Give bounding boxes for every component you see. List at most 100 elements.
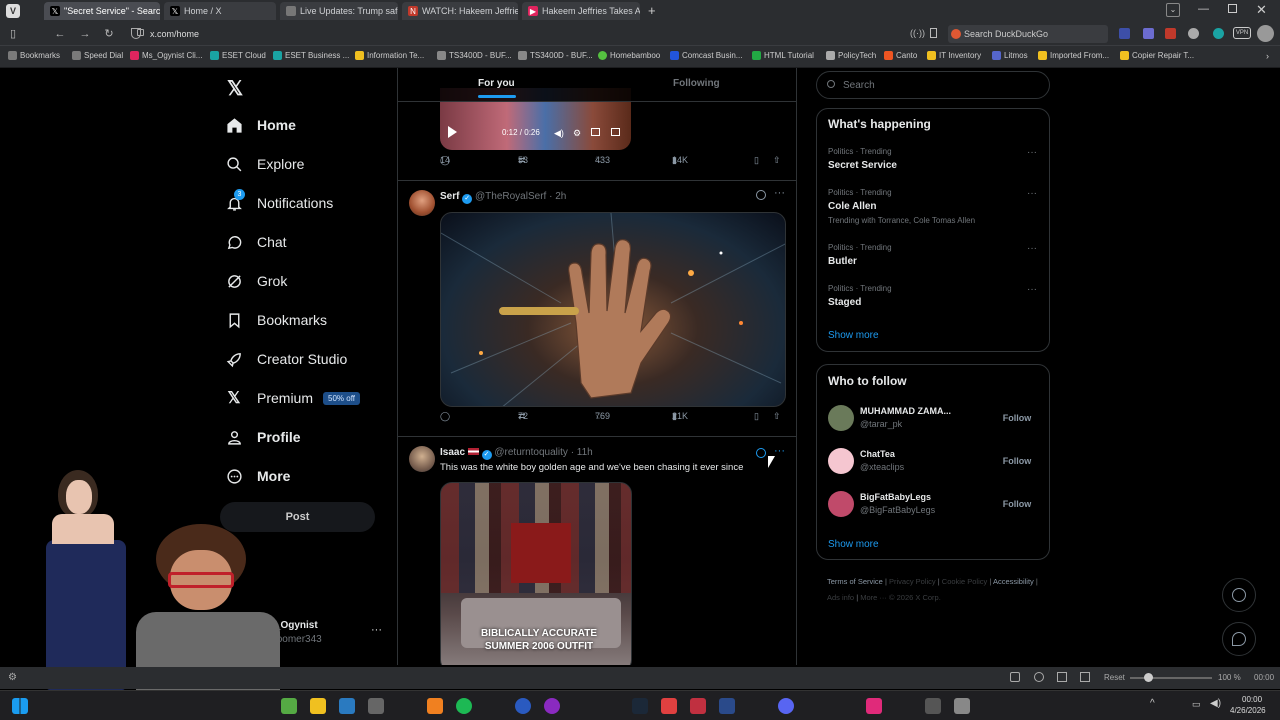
- follow-button[interactable]: Follow: [992, 451, 1042, 471]
- bookmark-item[interactable]: Homebamboo: [598, 51, 660, 60]
- bookmark-item[interactable]: Speed Dial: [72, 51, 123, 60]
- trend-more-icon[interactable]: ···: [1027, 188, 1037, 199]
- forward-button[interactable]: →: [78, 27, 92, 41]
- grok-icon[interactable]: [756, 448, 766, 458]
- app-icon[interactable]: [719, 698, 735, 714]
- browser-tab[interactable]: 𝕏 "Secret Service" - Search / X: [44, 2, 160, 20]
- bookmarks-overflow-icon[interactable]: ›: [1266, 51, 1269, 61]
- vpn-icon[interactable]: VPN: [1233, 27, 1251, 39]
- settings-icon[interactable]: ⚙: [8, 672, 17, 683]
- follow-button[interactable]: Follow: [992, 494, 1042, 514]
- bookmark-item[interactable]: ESET Cloud: [210, 51, 266, 60]
- browser-tab[interactable]: Live Updates: Trump safe af: [280, 2, 398, 20]
- tray-chevron-icon[interactable]: ^: [1150, 698, 1155, 709]
- extension-icon[interactable]: [1165, 28, 1176, 39]
- footer-link[interactable]: Ads info: [827, 593, 854, 602]
- author-handle[interactable]: @returntoquality: [494, 447, 568, 458]
- nav-profile[interactable]: Profile: [225, 422, 301, 452]
- zoom-slider-handle[interactable]: [1144, 673, 1153, 682]
- x-logo-icon[interactable]: 𝕏: [227, 76, 243, 101]
- follow-name[interactable]: MUHAMMAD ZAMA...: [860, 406, 951, 416]
- volume-icon[interactable]: ◀): [1210, 698, 1221, 709]
- nav-creator-studio[interactable]: Creator Studio: [225, 344, 347, 374]
- app-icon[interactable]: [368, 698, 384, 714]
- app-icon[interactable]: [281, 698, 297, 714]
- avatar[interactable]: [409, 446, 435, 472]
- app-icon[interactable]: [339, 698, 355, 714]
- windows-start-icon[interactable]: [12, 698, 28, 714]
- extension-icon[interactable]: [1119, 28, 1130, 39]
- nav-more[interactable]: More: [225, 461, 290, 491]
- tweet-time[interactable]: · 11h: [571, 447, 593, 458]
- bookmark-item[interactable]: Copier Repair T...: [1120, 51, 1194, 60]
- vivaldi-menu-icon[interactable]: V: [6, 4, 20, 18]
- bookmark-item[interactable]: IT Inventory: [927, 51, 981, 60]
- avatar[interactable]: [828, 448, 854, 474]
- app-icon[interactable]: [925, 698, 941, 714]
- avatar[interactable]: [828, 405, 854, 431]
- tab-following[interactable]: Following: [673, 78, 720, 89]
- bookmark-item[interactable]: HTML Tutorial: [752, 51, 814, 60]
- tile-icon[interactable]: [1057, 672, 1067, 682]
- bookmark-page-icon[interactable]: [930, 28, 937, 38]
- footer-link[interactable]: Privacy Policy: [889, 577, 936, 586]
- tweet-more-icon[interactable]: ···: [774, 187, 785, 199]
- grok-float-button[interactable]: [1222, 578, 1256, 612]
- reload-button[interactable]: ↻: [102, 27, 116, 41]
- expand-icon[interactable]: [611, 128, 620, 136]
- trend-item[interactable]: Politics · Trending Butler ···: [817, 239, 1049, 275]
- trend-more-icon[interactable]: ···: [1027, 243, 1037, 254]
- bookmark-item[interactable]: Bookmarks: [8, 51, 60, 60]
- close-window-button[interactable]: ✕: [1256, 2, 1267, 18]
- bookmark-item[interactable]: PolicyTech: [826, 51, 876, 60]
- tweet-image[interactable]: BIBLICALLY ACCURATE SUMMER 2006 OUTFIT: [440, 482, 632, 665]
- taskbar-clock[interactable]: 00:00: [1242, 695, 1262, 704]
- volume-icon[interactable]: ◀): [554, 128, 564, 139]
- footer-link[interactable]: Terms of Service: [827, 577, 883, 586]
- search-input[interactable]: Search: [816, 71, 1050, 99]
- steam-icon[interactable]: [632, 698, 648, 714]
- app-icon[interactable]: [661, 698, 677, 714]
- zoom-reset-button[interactable]: Reset: [1104, 673, 1125, 682]
- bookmark-item[interactable]: Comcast Busin...: [670, 51, 742, 60]
- fullscreen-icon[interactable]: [591, 128, 600, 136]
- vivaldi-icon[interactable]: [690, 698, 706, 714]
- footer-link[interactable]: Accessibility: [993, 577, 1034, 586]
- discord-icon[interactable]: [778, 698, 794, 714]
- extension-icon[interactable]: [1188, 28, 1199, 39]
- author-name[interactable]: Serf: [440, 191, 459, 202]
- follow-button[interactable]: Follow: [992, 408, 1042, 428]
- trend-more-icon[interactable]: ···: [1027, 284, 1037, 295]
- bookmark-item[interactable]: Litmos: [992, 51, 1028, 60]
- app-icon[interactable]: [954, 698, 970, 714]
- page-actions-icon[interactable]: [1080, 672, 1090, 682]
- reader-icon[interactable]: [1034, 672, 1044, 682]
- footer-link[interactable]: More ···: [860, 593, 887, 602]
- author-name[interactable]: Isaac: [440, 447, 465, 458]
- show-more-link[interactable]: Show more: [828, 539, 879, 550]
- tweet-more-icon[interactable]: ···: [774, 445, 785, 457]
- bookmark-item[interactable]: Information Te...: [355, 51, 424, 60]
- avatar[interactable]: [409, 190, 435, 216]
- grok-icon[interactable]: [756, 190, 766, 200]
- zoom-slider[interactable]: [1130, 673, 1212, 682]
- follow-name[interactable]: ChatTea: [860, 449, 895, 459]
- tab-for-you[interactable]: For you: [478, 78, 516, 98]
- spotify-icon[interactable]: [456, 698, 472, 714]
- browser-tab[interactable]: N WATCH: Hakeem Jeffries V: [402, 2, 518, 20]
- trend-item[interactable]: Politics · Trending Staged ···: [817, 280, 1049, 316]
- nav-explore[interactable]: Explore: [225, 149, 304, 179]
- nav-chat[interactable]: Chat: [225, 227, 287, 257]
- new-tab-button[interactable]: +: [648, 3, 656, 18]
- profile-avatar[interactable]: [1257, 25, 1274, 42]
- settings-icon[interactable]: ⚙: [573, 128, 581, 139]
- nav-notifications[interactable]: 3 Notifications: [225, 188, 333, 218]
- bookmark-item[interactable]: TS3400D - BUF...: [437, 51, 512, 60]
- trend-item[interactable]: Politics · Trending Cole Allen Trending …: [817, 184, 1049, 228]
- show-more-link[interactable]: Show more: [828, 330, 879, 341]
- taskbar-date[interactable]: 4/26/2026: [1230, 706, 1266, 715]
- network-icon[interactable]: ▭: [1192, 699, 1201, 710]
- chat-float-button[interactable]: [1222, 622, 1256, 656]
- tweet-image[interactable]: [440, 212, 786, 407]
- tweet-time[interactable]: · 2h: [549, 191, 566, 202]
